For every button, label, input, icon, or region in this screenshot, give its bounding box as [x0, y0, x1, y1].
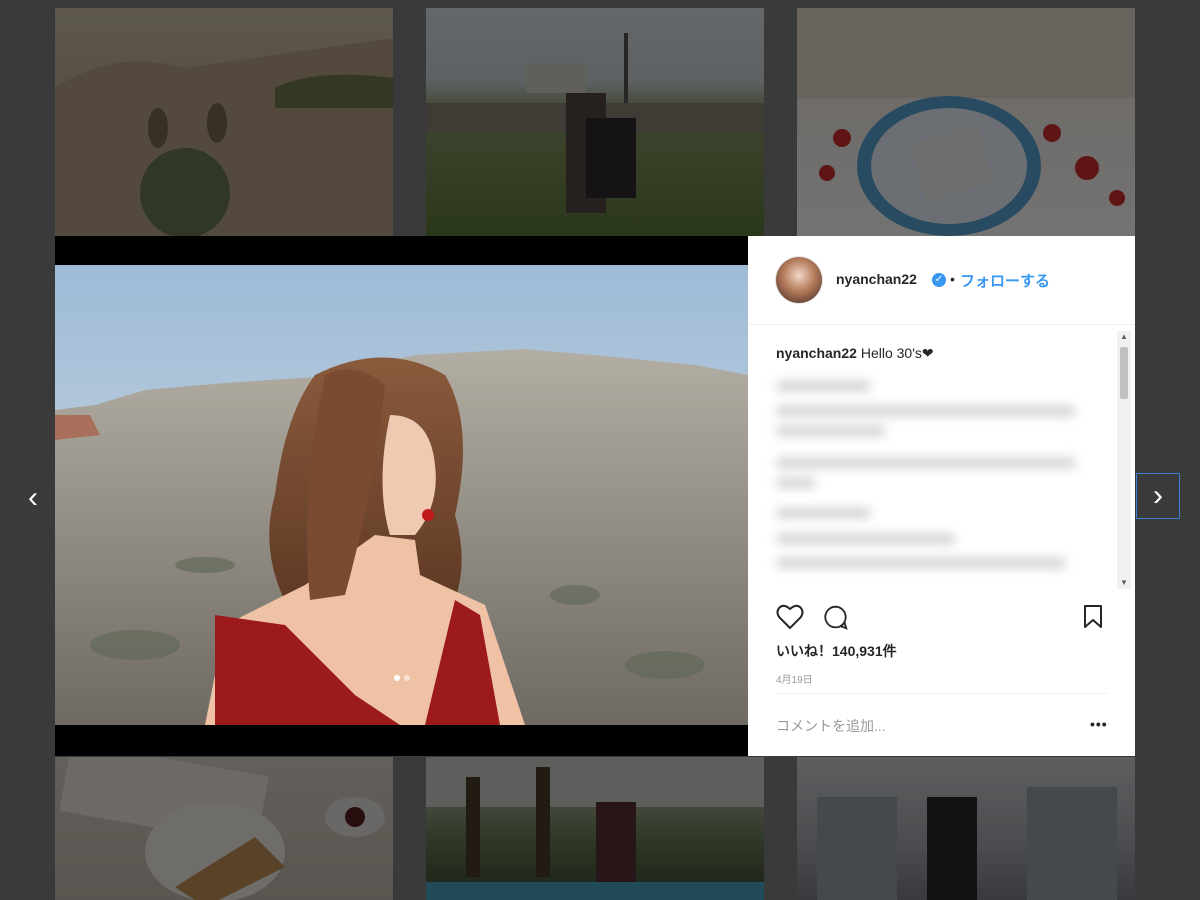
verified-icon: ✓	[932, 273, 946, 287]
action-bar	[748, 590, 1135, 640]
header-separator: •	[950, 271, 955, 287]
blurred-text	[776, 380, 871, 392]
blurred-text	[776, 507, 871, 519]
post-media	[55, 236, 748, 756]
carousel-dot-active	[394, 675, 400, 681]
blurred-text	[776, 533, 956, 545]
grid-thumbnail[interactable]	[426, 8, 764, 236]
blurred-text	[776, 425, 886, 437]
caption-area: nyanchan22 Hello 30's❤	[748, 325, 1135, 590]
tile-dim-overlay	[426, 757, 764, 900]
heart-icon[interactable]	[776, 604, 804, 635]
scrollbar-thumb[interactable]	[1120, 347, 1128, 399]
post-header: nyanchan22 ✓ • フォローする	[748, 236, 1135, 325]
blurred-text	[776, 457, 1076, 469]
comment-section: コメントを追加... •••	[776, 693, 1107, 756]
blurred-text	[776, 557, 1066, 569]
post-photo	[55, 265, 748, 725]
post-details-panel: nyanchan22 ✓ • フォローする nyanchan22 Hello 3…	[748, 236, 1135, 756]
caption-text: Hello 30's❤	[860, 345, 934, 361]
woman-desert-photo	[55, 265, 748, 725]
post-date: 4月19日	[776, 675, 813, 686]
likes-count[interactable]: いいね！140,931件	[776, 641, 897, 661]
caption-scrollbar[interactable]: ▲ ▼	[1117, 331, 1131, 589]
grid-thumbnail[interactable]	[55, 757, 393, 900]
carousel-dot	[404, 675, 410, 681]
username-link[interactable]: nyanchan22	[836, 271, 917, 287]
scroll-up-arrow-icon[interactable]: ▲	[1117, 331, 1131, 343]
blurred-text	[776, 405, 1076, 417]
caption-username[interactable]: nyanchan22	[776, 345, 857, 361]
caption: nyanchan22 Hello 30's❤	[776, 345, 934, 362]
comment-icon[interactable]	[822, 604, 850, 637]
grid-thumbnail[interactable]	[426, 757, 764, 900]
chevron-right-icon[interactable]: ›	[1136, 473, 1180, 519]
tile-dim-overlay	[55, 8, 393, 236]
blurred-text	[776, 477, 816, 489]
tile-dim-overlay	[797, 757, 1135, 900]
tile-dim-overlay	[797, 8, 1135, 236]
comment-input[interactable]: コメントを追加...	[776, 716, 886, 736]
tile-dim-overlay	[55, 757, 393, 900]
chevron-left-icon[interactable]: ‹	[18, 480, 48, 516]
scroll-down-arrow-icon[interactable]: ▼	[1117, 577, 1131, 589]
grid-thumbnail[interactable]	[55, 8, 393, 236]
bookmark-icon[interactable]	[1082, 604, 1104, 635]
grid-thumbnail[interactable]	[797, 8, 1135, 236]
follow-button[interactable]: フォローする	[960, 270, 1050, 291]
grid-thumbnail[interactable]	[797, 757, 1135, 900]
more-icon[interactable]: •••	[1090, 716, 1108, 732]
tile-dim-overlay	[426, 8, 764, 236]
carousel-indicator	[394, 675, 410, 681]
avatar[interactable]	[776, 257, 822, 303]
